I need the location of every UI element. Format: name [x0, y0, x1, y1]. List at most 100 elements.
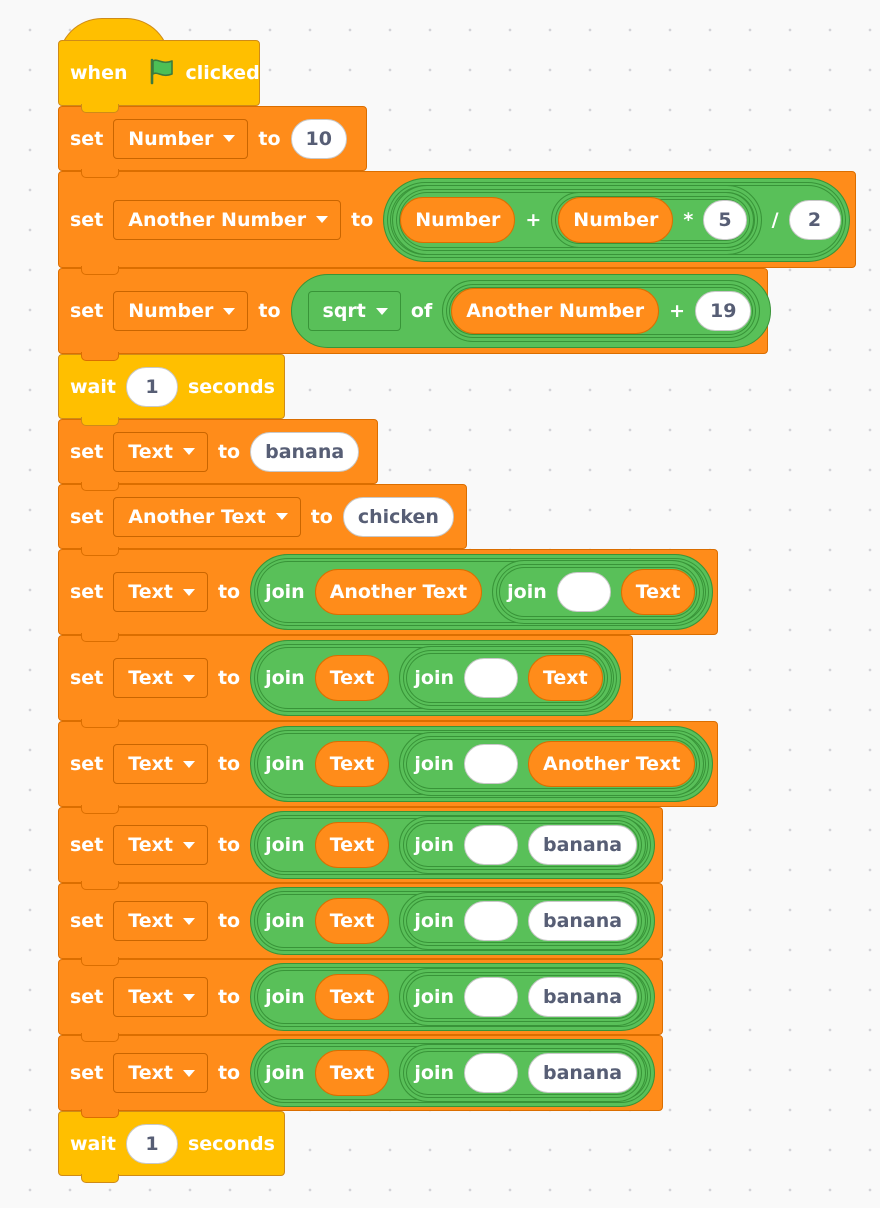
- add-operator[interactable]: Number + Number * 5: [392, 184, 762, 255]
- variable-name: Text: [128, 986, 173, 1008]
- variable-dropdown[interactable]: Text: [113, 977, 208, 1017]
- set-label: set: [70, 834, 104, 856]
- set-variable-block[interactable]: set Text to join Text join banana: [58, 807, 663, 890]
- variable-reporter[interactable]: Text: [527, 655, 603, 701]
- text-input[interactable]: [463, 825, 518, 865]
- dropdown-caret-icon: [182, 1069, 195, 1077]
- text-input[interactable]: [463, 901, 518, 941]
- variable-reporter[interactable]: Number: [400, 196, 516, 243]
- set-variable-block[interactable]: set Another Text to chicken: [58, 484, 467, 556]
- text-input[interactable]: [556, 572, 611, 612]
- function-dropdown[interactable]: sqrt: [307, 291, 401, 331]
- join-operator[interactable]: join Another Text join Text: [250, 554, 714, 630]
- value-input[interactable]: chicken: [342, 496, 454, 537]
- plus-label: +: [669, 300, 685, 322]
- set-variable-block[interactable]: set Text to join Text join banana: [58, 883, 663, 966]
- join-operator[interactable]: join Text join Text: [250, 640, 621, 716]
- join-operator[interactable]: join Text join banana: [250, 811, 656, 879]
- multiply-operator[interactable]: Number * 5: [551, 191, 754, 248]
- set-variable-block[interactable]: set Text to join Another Text join Text: [58, 549, 718, 642]
- variable-reporter[interactable]: Text: [314, 898, 390, 944]
- variable-dropdown[interactable]: Text: [113, 825, 208, 865]
- join-label: join: [265, 667, 305, 689]
- set-variable-block[interactable]: set Another Number to Number + Number * …: [58, 171, 856, 275]
- divide-operator[interactable]: Number + Number * 5 / 2: [383, 177, 850, 262]
- variable-reporter[interactable]: Text: [314, 974, 390, 1020]
- text-input[interactable]: [463, 744, 518, 784]
- variable-dropdown[interactable]: Text: [113, 744, 208, 784]
- variable-reporter[interactable]: Text: [314, 741, 390, 787]
- variable-dropdown[interactable]: Another Number: [113, 199, 342, 240]
- divide-label: /: [771, 208, 779, 231]
- variable-dropdown[interactable]: Number: [113, 291, 249, 331]
- text-input[interactable]: banana: [527, 1053, 638, 1093]
- set-variable-block[interactable]: set Number to 10: [58, 106, 367, 178]
- variable-reporter[interactable]: Number: [558, 196, 674, 243]
- variable-dropdown[interactable]: Text: [113, 431, 208, 472]
- variable-dropdown[interactable]: Text: [113, 1053, 208, 1093]
- text-input[interactable]: banana: [527, 825, 638, 865]
- variable-name: Text: [128, 834, 173, 856]
- join-operator[interactable]: join Text: [399, 646, 612, 710]
- plus-label: +: [525, 208, 542, 231]
- wait-block[interactable]: wait 1 seconds: [58, 1111, 285, 1183]
- variable-dropdown[interactable]: Text: [113, 658, 208, 698]
- set-variable-block[interactable]: set Number to sqrt of Another Number + 1…: [58, 268, 772, 361]
- text-input[interactable]: [463, 977, 518, 1017]
- value-input[interactable]: banana: [250, 431, 360, 472]
- to-label: to: [217, 986, 241, 1008]
- join-operator[interactable]: join Text join banana: [250, 1039, 656, 1107]
- join-operator[interactable]: join Another Text: [399, 732, 705, 796]
- text-input[interactable]: [463, 658, 518, 698]
- join-operator[interactable]: join banana: [399, 816, 647, 874]
- variable-reporter[interactable]: Another Text: [314, 569, 483, 615]
- variable-reporter[interactable]: Another Text: [527, 741, 696, 787]
- join-operator[interactable]: join Text join banana: [250, 963, 656, 1031]
- math-function-operator[interactable]: sqrt of Another Number + 19: [290, 274, 772, 348]
- text-input[interactable]: banana: [527, 901, 638, 941]
- when-label: when: [70, 62, 128, 84]
- set-variable-block[interactable]: set Text to join Text join Another Text: [58, 721, 718, 814]
- dropdown-caret-icon: [182, 674, 195, 682]
- when-flag-clicked-block[interactable]: when clicked: [58, 40, 260, 113]
- to-label: to: [217, 753, 241, 775]
- wait-block[interactable]: wait 1 seconds: [58, 354, 285, 426]
- set-label: set: [70, 440, 104, 463]
- variable-dropdown[interactable]: Another Text: [113, 496, 301, 537]
- number-input[interactable]: 19: [695, 291, 752, 331]
- variable-name: Text: [128, 1062, 173, 1084]
- join-operator[interactable]: join banana: [399, 892, 647, 950]
- to-label: to: [217, 1062, 241, 1084]
- add-operator[interactable]: Another Number + 19: [442, 280, 761, 342]
- join-operator[interactable]: join banana: [399, 968, 647, 1026]
- number-input[interactable]: 5: [703, 199, 747, 240]
- join-operator[interactable]: join Text: [492, 560, 705, 624]
- set-label: set: [70, 1062, 104, 1084]
- set-variable-block[interactable]: set Text to banana: [58, 419, 378, 491]
- join-operator[interactable]: join Text join Another Text: [250, 726, 714, 802]
- text-input[interactable]: [463, 1053, 518, 1093]
- set-variable-block[interactable]: set Text to join Text join banana: [58, 1035, 663, 1118]
- set-label: set: [70, 667, 104, 689]
- variable-name: Another Number: [128, 208, 307, 231]
- seconds-input[interactable]: 1: [125, 1123, 178, 1164]
- number-input[interactable]: 2: [788, 199, 841, 240]
- variable-reporter[interactable]: Text: [314, 1050, 390, 1096]
- value-input[interactable]: 10: [290, 118, 347, 159]
- join-operator[interactable]: join banana: [399, 1044, 647, 1102]
- variable-reporter[interactable]: Text: [314, 822, 390, 868]
- variable-reporter[interactable]: Text: [314, 655, 390, 701]
- variable-reporter[interactable]: Text: [620, 569, 696, 615]
- variable-reporter[interactable]: Another Number: [451, 288, 660, 334]
- text-input[interactable]: banana: [527, 977, 638, 1017]
- seconds-input[interactable]: 1: [125, 366, 178, 407]
- set-variable-block[interactable]: set Text to join Text join Text: [58, 635, 633, 728]
- variable-dropdown[interactable]: Text: [113, 901, 208, 941]
- clicked-label: clicked: [185, 62, 260, 84]
- dropdown-caret-icon: [182, 917, 195, 925]
- join-operator[interactable]: join Text join banana: [250, 887, 656, 955]
- variable-dropdown[interactable]: Text: [113, 572, 208, 612]
- to-label: to: [217, 581, 241, 603]
- set-variable-block[interactable]: set Text to join Text join banana: [58, 959, 663, 1042]
- variable-dropdown[interactable]: Number: [113, 118, 249, 159]
